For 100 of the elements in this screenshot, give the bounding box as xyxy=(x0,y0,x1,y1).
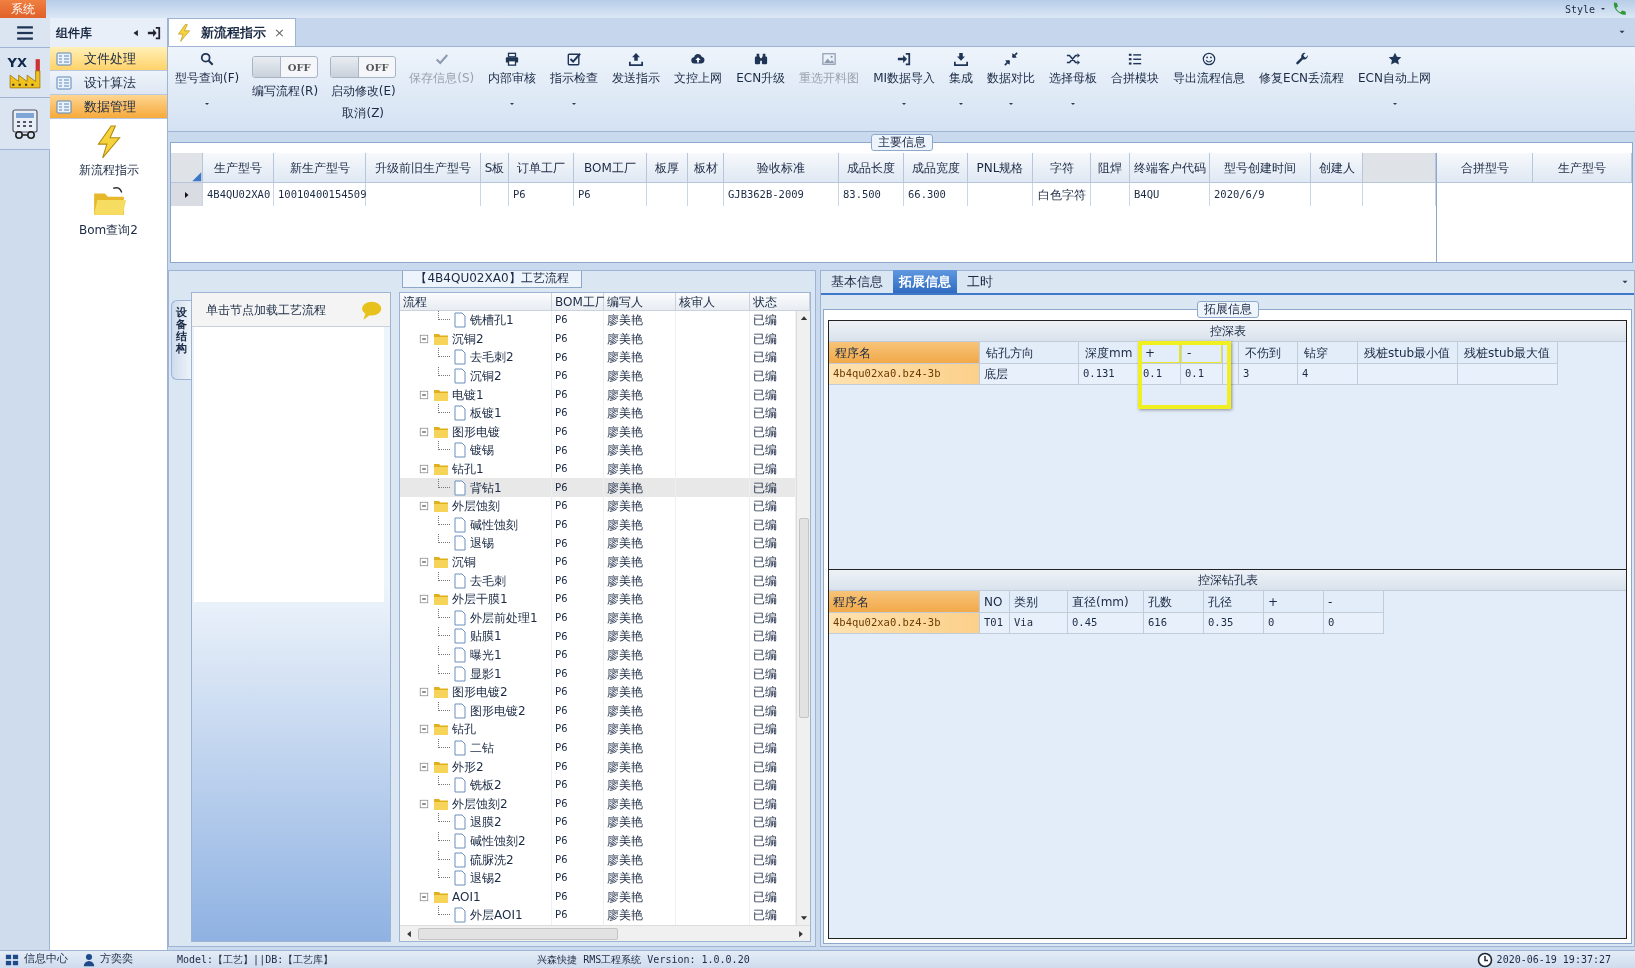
component-label[interactable]: 新流程指示 xyxy=(78,161,139,179)
column-header[interactable]: 终端客户代码 xyxy=(1130,153,1210,183)
windows-icon[interactable] xyxy=(4,952,20,967)
column-header[interactable]: 成品长度 xyxy=(839,153,904,183)
tab[interactable]: 拓展信息 xyxy=(893,269,957,293)
toggle-switch[interactable]: OFF xyxy=(330,56,397,78)
column-header[interactable]: 创建人 xyxy=(1311,153,1363,183)
toolbar-button[interactable]: 指示检查 xyxy=(549,50,600,110)
tree-row[interactable]: 钻孔 P6 廖美艳 已编 xyxy=(400,720,796,739)
toolbar-button[interactable]: 数据对比 xyxy=(986,50,1037,110)
column-header[interactable]: BOM工厂 xyxy=(574,153,647,183)
column-header[interactable]: 钻穿 xyxy=(1298,342,1358,364)
column-header[interactable]: - xyxy=(1324,591,1384,613)
column-header[interactable]: 直径(mm) xyxy=(1068,591,1144,613)
status-text[interactable]: 信息中心 xyxy=(24,951,68,968)
component-label[interactable]: Bom查询2 xyxy=(79,221,138,239)
tree-row[interactable]: 外层前处理1 P6 廖美艳 已编 xyxy=(400,608,796,628)
corner-icon[interactable] xyxy=(190,170,202,182)
tree-row[interactable]: 外层AOI1 P6 廖美艳 已编 xyxy=(400,906,796,925)
toolbar-button[interactable]: 发送指示 xyxy=(611,50,662,89)
tree-row[interactable]: 电镀1 P6 廖美艳 已编 xyxy=(400,385,796,404)
tree-row[interactable]: 外层干膜1 P6 廖美艳 已编 xyxy=(400,589,796,609)
toolbar-button[interactable]: 导出流程信息 xyxy=(1172,50,1247,89)
column-header[interactable]: 阻焊 xyxy=(1091,153,1130,183)
toolbar-button[interactable]: 选择母板 xyxy=(1048,50,1099,110)
side-tab[interactable]: 设备结构 xyxy=(171,300,191,380)
tree-row[interactable]: 铣板2 P6 廖美艳 已编 xyxy=(400,775,796,795)
scrollbar[interactable] xyxy=(400,925,810,941)
toolbar-button[interactable]: 型号查询(F) xyxy=(174,50,241,110)
toolbar-button[interactable]: 合拼模块 xyxy=(1110,50,1161,89)
exit-icon[interactable] xyxy=(147,25,161,40)
tab[interactable]: 工时 xyxy=(961,269,999,293)
column-header[interactable]: 程序名 xyxy=(829,342,980,364)
category-item[interactable]: 文件处理 xyxy=(50,47,167,71)
scroll-thumb[interactable] xyxy=(798,518,809,718)
column-header[interactable]: S板 xyxy=(481,153,509,183)
column-header[interactable]: + xyxy=(1264,591,1324,613)
tree-row[interactable]: 碱性蚀刻 P6 廖美艳 已编 xyxy=(400,515,796,535)
column-header[interactable]: 编写人 xyxy=(604,293,676,311)
toolbar-button[interactable]: ECN自动上网 xyxy=(1357,50,1432,110)
tree-row[interactable]: 退锡2 P6 廖美艳 已编 xyxy=(400,868,796,888)
tree-row[interactable]: 去毛刺2 P6 廖美艳 已编 xyxy=(400,348,796,367)
tab[interactable]: 基本信息 xyxy=(825,269,889,293)
column-header[interactable]: 孔数 xyxy=(1144,591,1204,613)
toggle-switch[interactable]: OFF xyxy=(252,56,319,78)
tree-row[interactable]: 沉铜 P6 廖美艳 已编 xyxy=(400,552,796,572)
column-header[interactable]: 不伤到 xyxy=(1239,342,1298,364)
column-header[interactable]: 状态 xyxy=(750,293,810,311)
tree-row[interactable]: 板镀1 P6 廖美艳 已编 xyxy=(400,403,796,423)
toolbar-button[interactable]: 修复ECN丢流程 xyxy=(1258,50,1346,89)
toolbar-button[interactable]: MI数据导入 xyxy=(872,50,937,110)
tree-row[interactable]: 硫脲洗2 P6 廖美艳 已编 xyxy=(400,850,796,869)
tree-row[interactable]: 镀锡 P6 廖美艳 已编 xyxy=(400,441,796,460)
column-header[interactable]: 核审人 xyxy=(676,293,750,311)
tree-row[interactable]: 曝光1 P6 廖美艳 已编 xyxy=(400,645,796,665)
close-button[interactable]: × xyxy=(274,22,285,43)
column-header[interactable]: 板材 xyxy=(688,153,724,183)
tree-row[interactable]: 图形电镀2 P6 廖美艳 已编 xyxy=(400,682,796,702)
toolbar-button[interactable]: 文控上网 xyxy=(673,50,724,89)
style-menu[interactable]: Style xyxy=(1564,1,1595,17)
column-header[interactable]: 类别 xyxy=(1010,591,1068,613)
column-header[interactable]: 验收标准 xyxy=(724,153,839,183)
tree-row[interactable]: 二钻 P6 廖美艳 已编 xyxy=(400,738,796,758)
column-header[interactable]: 成品宽度 xyxy=(904,153,968,183)
category-item[interactable]: 设计算法 xyxy=(50,71,167,95)
toolbar-button[interactable]: ECN升级 xyxy=(735,50,787,89)
column-header[interactable]: PNL规格 xyxy=(968,153,1033,183)
column-header[interactable]: NO xyxy=(980,591,1010,613)
tree-row[interactable]: 退膜2 P6 廖美艳 已编 xyxy=(400,813,796,832)
tree-row[interactable]: 贴膜1 P6 廖美艳 已编 xyxy=(400,627,796,646)
tree-row[interactable]: 背钻1 P6 廖美艳 已编 xyxy=(400,478,796,497)
column-header[interactable]: 生产型号 xyxy=(203,153,274,183)
tree-row[interactable]: 外层蚀刻 P6 廖美艳 已编 xyxy=(400,496,796,516)
tree-row[interactable]: AOI1 P6 廖美艳 已编 xyxy=(400,887,796,906)
collapse-icon[interactable] xyxy=(131,27,141,38)
tree-row[interactable]: 碱性蚀刻2 P6 廖美艳 已编 xyxy=(400,831,796,851)
tree-row[interactable]: 图形电镀2 P6 廖美艳 已编 xyxy=(400,701,796,721)
column-header[interactable]: 流程 xyxy=(400,293,552,311)
column-header[interactable]: 升级前旧生产型号 xyxy=(366,153,481,183)
tree-row[interactable]: 外形2 P6 廖美艳 已编 xyxy=(400,757,796,776)
column-header[interactable]: 孔径 xyxy=(1204,591,1264,613)
document-tab[interactable]: 新流程指示 × xyxy=(168,18,296,46)
column-header[interactable]: 板厚 xyxy=(647,153,688,183)
toolbar-button[interactable]: 集成 xyxy=(948,50,975,110)
column-header[interactable]: 残桩stub最大值 xyxy=(1458,342,1558,364)
tree-row[interactable]: 图形电镀 P6 廖美艳 已编 xyxy=(400,422,796,442)
toolbar-button[interactable]: 内部审核 xyxy=(487,50,538,110)
column-header[interactable]: 字符 xyxy=(1033,153,1091,183)
tree-row[interactable]: 退锡 P6 廖美艳 已编 xyxy=(400,534,796,553)
tree-row[interactable]: 铣槽孔1 P6 廖美艳 已编 xyxy=(400,311,796,330)
column-header[interactable]: 型号创建时间 xyxy=(1210,153,1311,183)
tree-row[interactable]: 去毛刺 P6 廖美艳 已编 xyxy=(400,571,796,590)
column-header[interactable]: 程序名 xyxy=(829,591,980,613)
tree-row[interactable]: 沉铜2 P6 廖美艳 已编 xyxy=(400,329,796,349)
tree-row[interactable]: 显影1 P6 廖美艳 已编 xyxy=(400,664,796,683)
column-header[interactable]: 订单工厂 xyxy=(509,153,574,183)
column-header[interactable]: 钻孔方向 xyxy=(980,342,1079,364)
scroll-thumb[interactable] xyxy=(418,927,618,940)
column-header[interactable]: 合拼型号 xyxy=(1437,153,1533,183)
category-item[interactable]: 数据管理 xyxy=(50,95,167,119)
